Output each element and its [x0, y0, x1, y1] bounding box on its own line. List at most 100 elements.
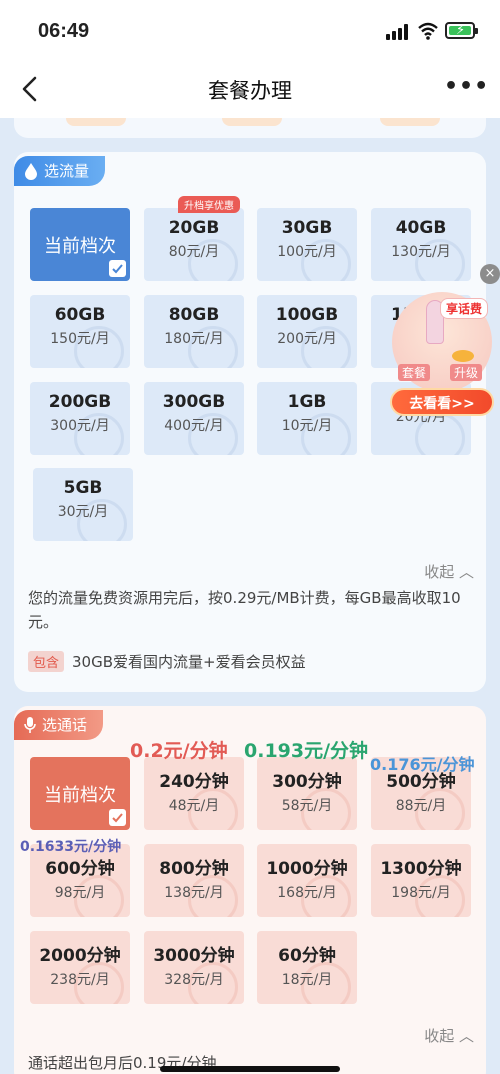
data-overage-note: 您的流量免费资源用完后，按0.29元/MB计费，每GB最高收取10元。	[28, 589, 461, 631]
plan-price: 18元/月	[281, 972, 333, 988]
more-options-button[interactable]: •••	[444, 74, 488, 104]
current-tier-label: 当前档次	[44, 235, 116, 257]
battery-icon: ⚡	[445, 22, 478, 39]
data-collapse-button[interactable]: 收起 ︿	[424, 561, 474, 582]
close-icon[interactable]: ×	[480, 264, 500, 284]
plan-name: 30GB	[281, 218, 333, 238]
data-plan-option[interactable]: 20GB 80元/月	[144, 208, 244, 281]
rate-annotation: 0.176元/分钟	[370, 755, 475, 774]
data-section-title: 选流量	[44, 162, 90, 180]
plan-price: 30元/月	[57, 504, 109, 520]
data-plan-option[interactable]: 5GB 30元/月	[33, 468, 133, 541]
chevron-up-icon: ︿	[458, 563, 474, 581]
data-plan-option[interactable]: 100GB 200元/月	[257, 295, 357, 368]
plan-name: 60GB	[54, 305, 106, 325]
upgrade-discount-badge: 升档享优惠	[178, 196, 240, 213]
plan-price: 98元/月	[54, 885, 106, 901]
call-plan-option[interactable]: 800分钟 138元/月	[144, 844, 244, 917]
call-plan-option[interactable]: 1000分钟 168元/月	[257, 844, 357, 917]
call-plan-option[interactable]: 1300分钟 198元/月	[371, 844, 471, 917]
check-icon	[109, 809, 126, 826]
nav-bar: 套餐办理 •••	[0, 60, 500, 118]
plan-name: 1000分钟	[266, 859, 348, 879]
plan-name: 240分钟	[159, 772, 229, 792]
cellular-signal-icon	[386, 24, 410, 40]
plan-price: 150元/月	[50, 331, 110, 347]
rate-annotation: 0.1633元/分钟	[20, 839, 122, 855]
plan-name: 20GB	[168, 218, 220, 238]
plan-price: 328元/月	[164, 972, 224, 988]
call-collapse-button[interactable]: 收起 ︿	[424, 1025, 474, 1046]
plan-price: 138元/月	[164, 885, 224, 901]
plan-name: 80GB	[168, 305, 220, 325]
call-current-tier[interactable]: 当前档次	[30, 757, 130, 830]
plan-name: 100GB	[275, 305, 339, 325]
plan-name: 1300分钟	[380, 859, 462, 879]
check-icon	[109, 260, 126, 277]
rate-annotation: 0.2元/分钟	[130, 740, 228, 762]
plan-name: 800分钟	[159, 859, 229, 879]
data-plan-option[interactable]: 80GB 180元/月	[144, 295, 244, 368]
data-plan-option[interactable]: 30GB 100元/月	[257, 208, 357, 281]
data-includes-row: 包含 30GB爱看国内流量+爱看会员权益	[28, 651, 306, 672]
plan-name: 2000分钟	[39, 946, 121, 966]
chevron-up-icon: ︿	[458, 1027, 474, 1045]
rate-annotation: 0.193元/分钟	[244, 740, 369, 762]
plan-price: 48元/月	[168, 798, 220, 814]
plan-price: 168元/月	[277, 885, 337, 901]
plan-price: 300元/月	[50, 418, 110, 434]
home-indicator	[160, 1066, 340, 1072]
plan-name: 300GB	[162, 392, 226, 412]
promo-word: 升级	[450, 364, 483, 381]
promo-word: 套餐	[398, 364, 431, 381]
data-plan-option[interactable]: 200GB 300元/月	[30, 382, 130, 455]
data-plan-option[interactable]: 300GB 400元/月	[144, 382, 244, 455]
plan-price: 198元/月	[391, 885, 451, 901]
status-time: 06:49	[38, 20, 90, 42]
plan-price: 200元/月	[277, 331, 337, 347]
wifi-icon	[418, 22, 438, 40]
call-plan-option[interactable]: 2000分钟 238元/月	[30, 931, 130, 1004]
upgrade-promo-widget[interactable]: 享话费 套餐 升级 去看看>> ×	[388, 264, 500, 420]
data-current-tier[interactable]: 当前档次	[30, 208, 130, 281]
call-plan-option[interactable]: 240分钟 48元/月	[144, 757, 244, 830]
status-bar: 06:49 ⚡	[0, 0, 500, 60]
plan-name: 40GB	[395, 218, 447, 238]
droplet-icon	[25, 163, 37, 180]
plan-name: 600分钟	[45, 859, 115, 879]
call-section-title: 选通话	[42, 716, 88, 734]
plan-price: 88元/月	[395, 798, 447, 814]
includes-badge: 包含	[28, 651, 65, 672]
plan-price: 10元/月	[281, 418, 333, 434]
data-plan-option[interactable]: 1GB 10元/月	[257, 382, 357, 455]
page-title: 套餐办理	[208, 79, 292, 103]
promo-go-button[interactable]: 去看看>>	[390, 388, 494, 416]
plan-price: 80元/月	[168, 244, 220, 260]
plan-price: 238元/月	[50, 972, 110, 988]
plan-price: 100元/月	[277, 244, 337, 260]
microphone-icon	[24, 717, 36, 733]
coin-icon	[452, 350, 474, 362]
call-plan-option[interactable]: 3000分钟 328元/月	[144, 931, 244, 1004]
plan-price: 180元/月	[164, 331, 224, 347]
plan-name: 200GB	[48, 392, 112, 412]
collapse-label: 收起	[424, 1027, 455, 1045]
includes-text: 30GB爱看国内流量+爱看会员权益	[72, 653, 306, 671]
banner-remnant	[14, 118, 486, 138]
promo-tag: 享话费	[440, 298, 489, 319]
plan-name: 5GB	[63, 478, 103, 498]
data-section-tag: 选流量	[14, 156, 106, 186]
plan-price: 400元/月	[164, 418, 224, 434]
plan-price: 130元/月	[391, 244, 451, 260]
data-plan-option[interactable]: 60GB 150元/月	[30, 295, 130, 368]
current-tier-label: 当前档次	[44, 784, 116, 806]
call-plan-option[interactable]: 300分钟 58元/月	[257, 757, 357, 830]
call-plan-option[interactable]: 60分钟 18元/月	[257, 931, 357, 1004]
plan-name: 300分钟	[272, 772, 342, 792]
plan-name: 60分钟	[278, 946, 336, 966]
call-section-tag: 选通话	[14, 710, 104, 740]
plan-name: 3000分钟	[153, 946, 235, 966]
plan-price: 58元/月	[281, 798, 333, 814]
collapse-label: 收起	[424, 563, 455, 581]
plan-name: 1GB	[287, 392, 327, 412]
